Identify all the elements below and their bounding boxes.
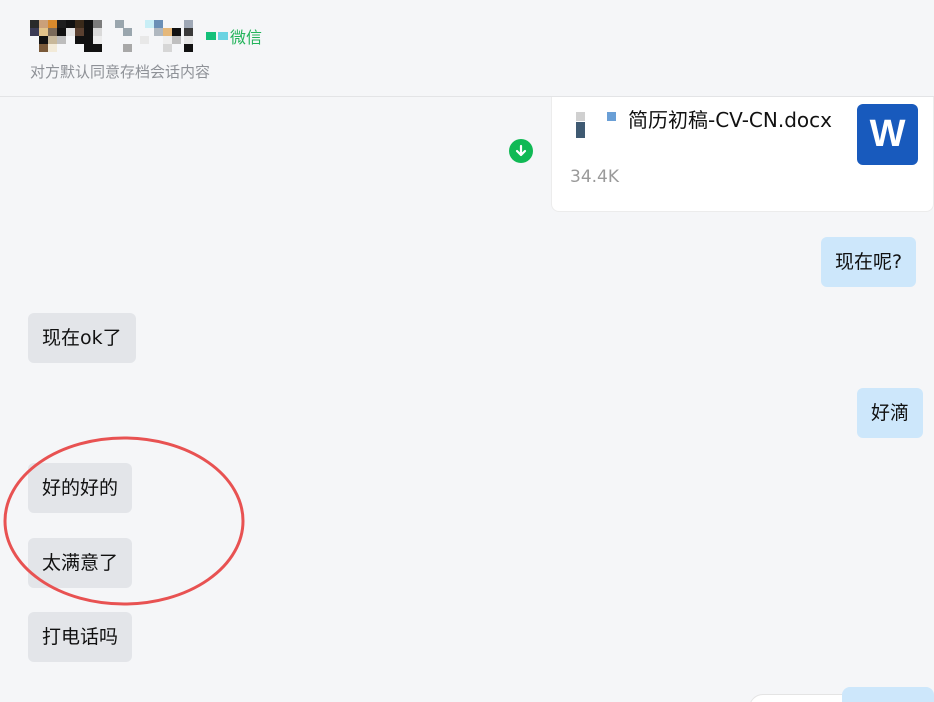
message-bubble[interactable]: 现在ok了 <box>28 313 136 363</box>
partial-message-bubble <box>842 687 934 702</box>
message-bubble[interactable]: 好滴 <box>857 388 924 438</box>
wechat-icon <box>206 32 216 40</box>
platform-label: 微信 <box>230 28 263 47</box>
redacted-contact-name <box>30 20 196 52</box>
redacted-file-prefix <box>570 111 628 138</box>
chat-header: 微信 对方默认同意存档会话内容 <box>0 0 934 97</box>
message-bubble[interactable]: 现在呢? <box>821 237 917 287</box>
word-doc-icon: W <box>857 104 918 165</box>
file-name: 简历初稿-CV-CN.docx <box>570 105 840 138</box>
message-text: 现在ok了 <box>42 327 122 349</box>
message-text: 好滴 <box>871 402 910 424</box>
file-name-text: 简历初稿-CV-CN.docx <box>628 108 832 132</box>
platform-tag: 微信 <box>206 24 262 48</box>
wechat-icon-part <box>218 32 228 40</box>
message-bubble[interactable]: 打电话吗 <box>28 612 133 662</box>
annotation-circle <box>3 436 245 606</box>
word-doc-letter: W <box>869 113 906 155</box>
message-text: 现在呢? <box>835 251 903 273</box>
message-text: 打电话吗 <box>42 626 119 648</box>
archive-consent-notice: 对方默认同意存档会话内容 <box>30 63 211 81</box>
file-message-card[interactable]: 简历初稿-CV-CN.docx 34.4K W <box>551 97 934 212</box>
download-icon[interactable] <box>509 139 533 163</box>
file-size: 34.4K <box>570 167 619 187</box>
